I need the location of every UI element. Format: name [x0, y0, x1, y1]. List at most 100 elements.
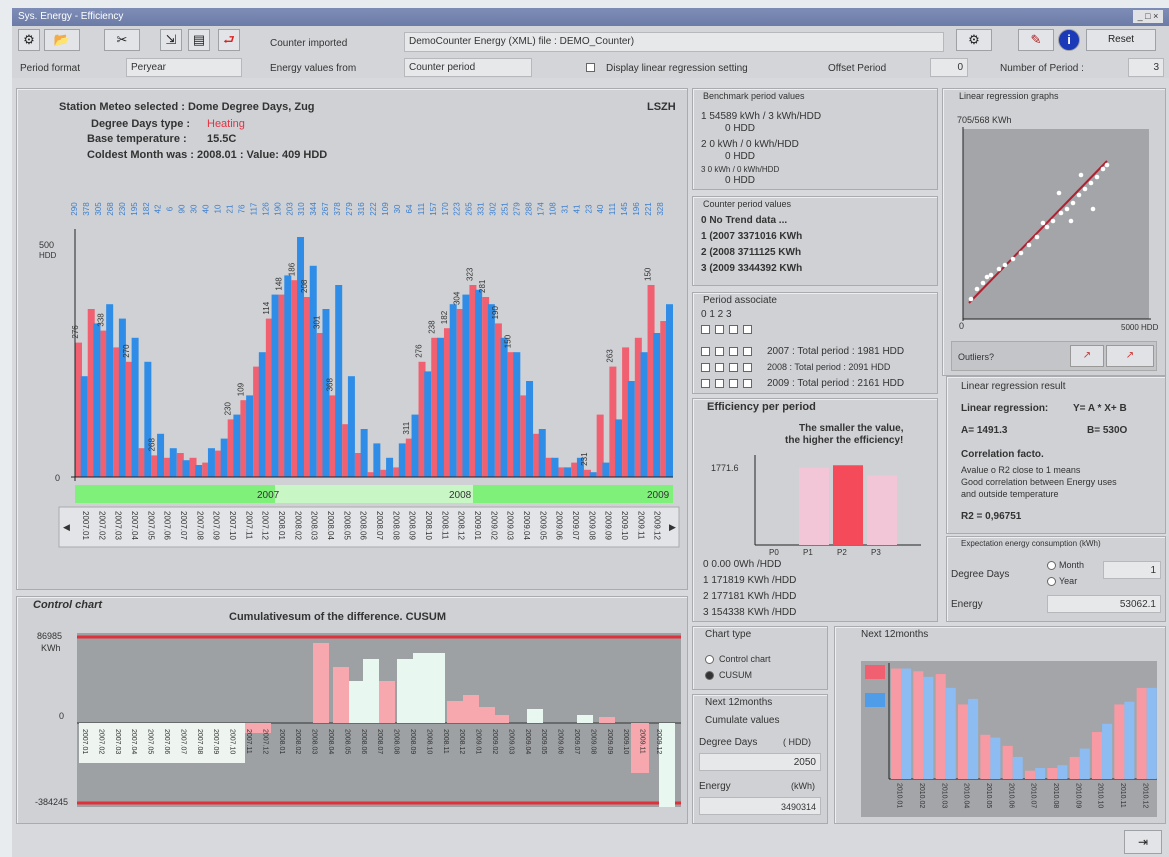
assoc-checkbox[interactable]: [701, 363, 710, 372]
open-folder-icon[interactable]: 📂: [44, 29, 80, 51]
regression-b: B= 530O: [1087, 425, 1128, 436]
assoc-checkbox[interactable]: [701, 379, 710, 388]
x-tick-label: 2007.06: [163, 511, 172, 540]
counter-imported-label: Counter imported: [270, 38, 348, 49]
cusum-bar: [397, 659, 413, 723]
display-regression-checkbox[interactable]: [586, 63, 595, 72]
cusum-radio[interactable]: [705, 671, 714, 680]
efficiency-row-2: 2 177181 KWh /HDD: [703, 591, 797, 602]
eff-bar: [867, 475, 897, 545]
monthly-dd-label: 21: [225, 204, 234, 213]
n12-bar-blue: [1079, 748, 1090, 779]
eff-x-label: P0: [769, 548, 779, 557]
cusum-x-label: 2008.03: [311, 729, 318, 754]
bar-value-label: 338: [96, 313, 105, 327]
cusum-x-label: 2008.11: [442, 729, 449, 754]
window-controls[interactable]: _ □ ×: [1133, 10, 1163, 23]
year-label-2009: 2009: [647, 490, 670, 501]
expect-energy-field: 53062.1: [1047, 595, 1161, 613]
number-period-field[interactable]: 3: [1128, 58, 1164, 77]
tools-icon[interactable]: ✎: [1018, 29, 1054, 51]
benchmark-row-3: 3 0 kWh / 0 kWh/HDD: [701, 165, 780, 174]
assoc-checkbox[interactable]: [701, 325, 710, 334]
cusum-x-label: 2008.01: [278, 729, 285, 754]
cut-copy-icon[interactable]: ✂: [104, 29, 140, 51]
monthly-dd-label: 310: [297, 202, 306, 216]
exit-icon[interactable]: ⮐: [218, 29, 240, 51]
next12-chart: 2010.01 2010.02 2010.03 2010.04 2010.05 2010.…: [861, 661, 1157, 817]
settings-icon[interactable]: ⚙: [956, 29, 992, 51]
n12-bar-red: [1136, 687, 1147, 779]
assoc-checkbox[interactable]: [743, 379, 752, 388]
cusum-bar: [413, 653, 429, 723]
assoc-checkbox[interactable]: [729, 379, 738, 388]
x-tick-label: 2009.04: [522, 511, 531, 540]
reg-point: [1100, 166, 1106, 172]
month-radio[interactable]: [1047, 561, 1056, 570]
r2-value: R2 = 0,96751: [961, 511, 1022, 522]
reg-point: [1034, 234, 1040, 240]
regression-x-zero: 0: [959, 321, 965, 331]
gear-icon[interactable]: ⚙: [18, 29, 40, 51]
benchmark-panel: Benchmark period values 1 54589 kWh / 3 …: [692, 88, 938, 190]
assoc-checkbox[interactable]: [701, 347, 710, 356]
control-chart-radio[interactable]: [705, 655, 714, 664]
n12-x-label: 2010.09: [1074, 783, 1081, 808]
n12-x-label: 2010.05: [985, 783, 992, 808]
x-tick-label: 2008.07: [375, 511, 384, 540]
assoc-checkbox[interactable]: [729, 325, 738, 334]
cusum-x-label: 2007.02: [97, 729, 104, 754]
assoc-checkbox[interactable]: [715, 379, 724, 388]
assoc-checkbox[interactable]: [715, 325, 724, 334]
assoc-checkbox[interactable]: [729, 363, 738, 372]
n12-x-label: 2010.03: [940, 783, 947, 808]
x-tick-label: 2009.07: [571, 511, 580, 540]
bar-blue: [666, 304, 673, 477]
x-tick-label: 2007.08: [195, 511, 204, 540]
n12-x-label: 2010.01: [896, 783, 903, 808]
x-tick-label: 2009.03: [506, 511, 515, 540]
reset-button[interactable]: Reset: [1086, 29, 1156, 51]
monthly-dd-label: 111: [417, 202, 426, 215]
assoc-checkbox[interactable]: [715, 347, 724, 356]
assoc-checkbox[interactable]: [729, 347, 738, 356]
bar-blue: [246, 395, 254, 477]
document-icon[interactable]: ▤: [188, 29, 210, 51]
assoc-checkbox[interactable]: [743, 347, 752, 356]
n12-bar-red: [935, 674, 946, 779]
counter-imported-field[interactable]: DemoCounter Energy (XML) file : DEMO_Cou…: [404, 32, 944, 52]
n12-bar-red: [1047, 767, 1058, 779]
exit-button-icon[interactable]: ⇥: [1124, 830, 1162, 854]
correlation-desc-1: Avalue o R2 close to 1 means: [961, 465, 1081, 475]
cusum-x-label: 2009.01: [475, 729, 482, 754]
bar-blue: [347, 376, 355, 477]
bar-blue: [436, 337, 444, 477]
expect-degree-field[interactable]: 1: [1103, 561, 1161, 579]
period-format-select[interactable]: Peryear: [126, 58, 242, 77]
bar-blue: [144, 361, 152, 477]
energy-values-select[interactable]: Counter period: [404, 58, 532, 77]
monthly-dd-label: 222: [369, 202, 378, 216]
monthly-dd-label: 279: [345, 202, 354, 216]
control-chart-panel: Control chart Cumulativesum of the diffe…: [16, 596, 688, 824]
bar-value-label: 182: [440, 310, 449, 324]
trend-icon[interactable]: ↗: [1070, 345, 1104, 367]
bar-blue: [207, 448, 215, 477]
next12-energy-unit: (kWh): [791, 781, 815, 791]
year-radio[interactable]: [1047, 577, 1056, 586]
bar-value-label: 281: [478, 279, 487, 293]
offset-period-field[interactable]: 0: [930, 58, 968, 77]
assoc-checkbox[interactable]: [743, 325, 752, 334]
export-icon[interactable]: ⇲: [160, 29, 182, 51]
x-tick-label: 2009.10: [620, 511, 629, 540]
assoc-checkbox[interactable]: [715, 363, 724, 372]
monthly-dd-label: 279: [513, 202, 522, 216]
monthly-dd-label: 30: [393, 204, 402, 213]
degree-days-panel: Station Meteo selected : Dome Degree Day…: [16, 88, 688, 590]
reset-trend-icon[interactable]: ↗: [1106, 345, 1154, 367]
info-icon[interactable]: i: [1058, 29, 1080, 51]
assoc-checkbox[interactable]: [743, 363, 752, 372]
n12-legend-red: [865, 665, 885, 679]
regression-formula: Y= A * X+ B: [1073, 403, 1127, 414]
benchmark-row-2: 2 0 kWh / 0 kWh/HDD: [701, 139, 799, 150]
